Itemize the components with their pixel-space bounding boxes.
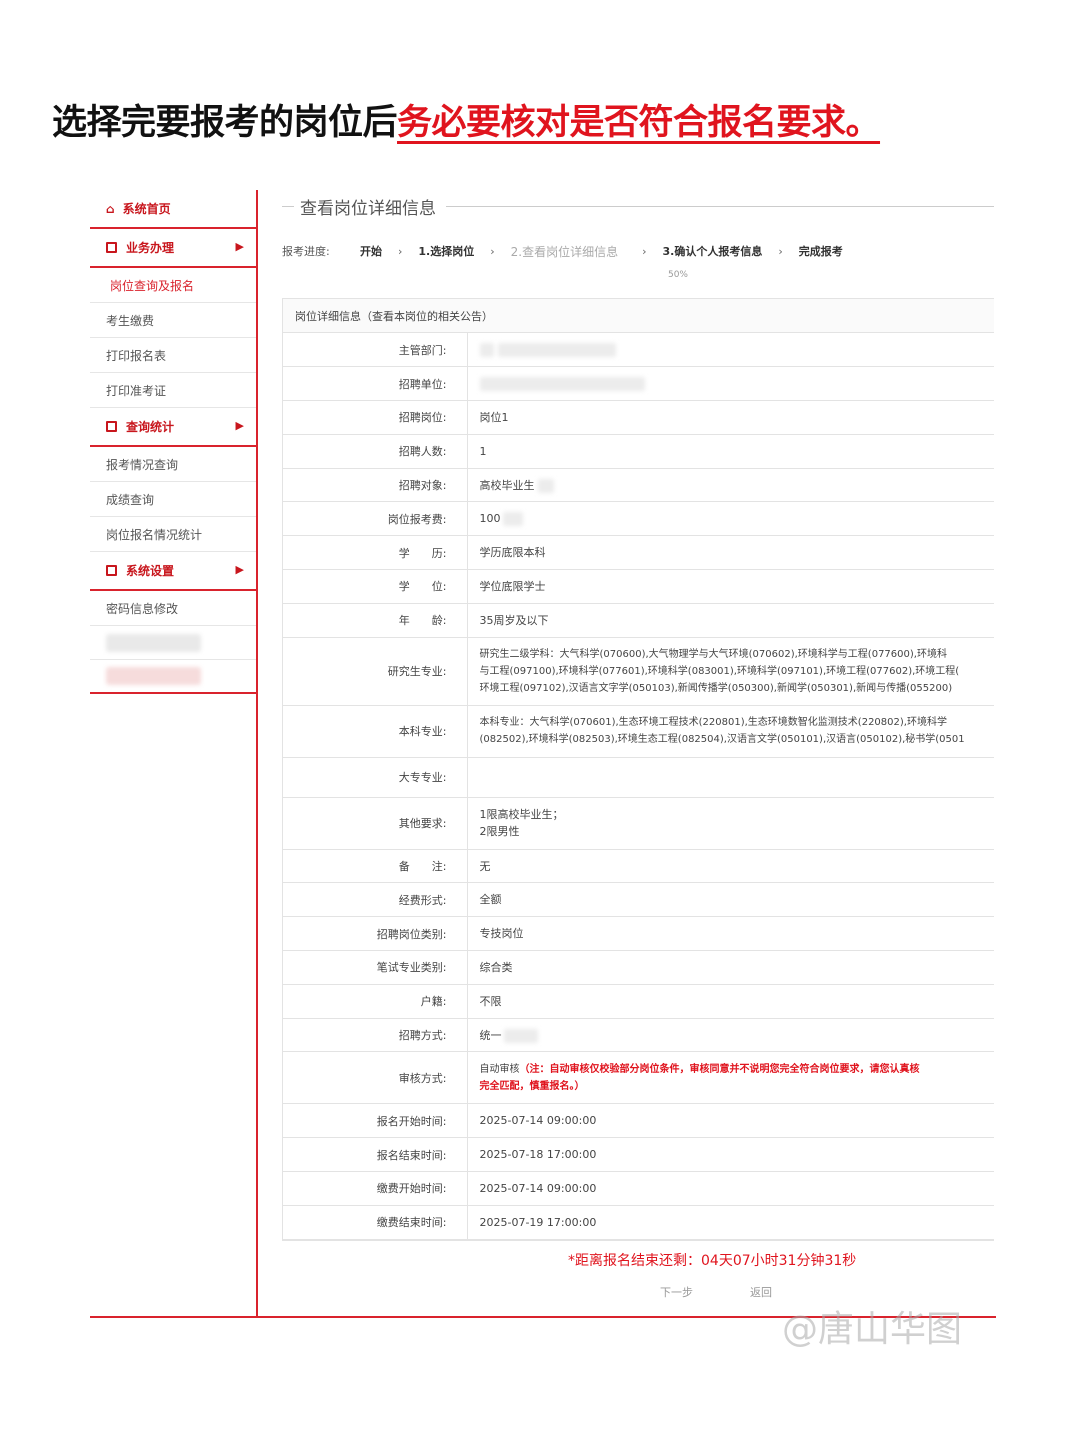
table-row: 本科专业: 本科专业：大气科学(070601),生态环境工程技术(220801),… [283, 705, 994, 758]
sidebar-group-label: 查询统计 [126, 420, 175, 434]
table-row: 学 历: 学历底限本科 [283, 535, 994, 571]
next-button[interactable]: 下一步 [660, 1284, 693, 1300]
sidebar-group-business[interactable]: 业务办理 ▶ [90, 229, 256, 268]
step-confirm-info: 3.确认个人报考信息 [662, 245, 763, 258]
sidebar-item-job-search[interactable]: 岗位查询及报名 [90, 268, 256, 303]
sidebar-item-redacted[interactable] [90, 626, 256, 660]
table-row: 户籍: 不限 [283, 984, 994, 1019]
chevron-right-icon: › [642, 244, 647, 258]
sidebar-item-password[interactable]: 密码信息修改 [90, 591, 256, 626]
sidebar-group-label: 系统设置 [126, 564, 175, 578]
headline-part1: 选择完要报考的岗位后 [52, 103, 398, 143]
table-row: 年 龄: 35周岁及以下 [283, 603, 994, 638]
home-icon: ⌂ [106, 201, 115, 216]
sidebar-item-apply-status[interactable]: 报考情况查询 [90, 447, 256, 482]
headline-part2: 务必要核对是否符合报名要求。 [397, 103, 881, 143]
back-button[interactable]: 返回 [750, 1284, 772, 1300]
table-row: 缴费开始时间: 2025-07-14 09:00:00 [283, 1171, 994, 1206]
chevron-right-icon: ▶ [235, 419, 244, 432]
table-row: 招聘方式: 统一 [283, 1018, 994, 1053]
table-row: 岗位报考费: 100 [283, 501, 994, 537]
sidebar-item-redacted[interactable] [90, 660, 256, 694]
progress-percent: 50% [667, 270, 688, 280]
table-row: 经费形式: 全额 [283, 882, 994, 918]
sidebar-item-home[interactable]: ⌂ 系统首页 [90, 190, 256, 229]
job-detail-table: 主管部门: 招聘单位: 招聘岗位: 岗位1 招聘人数: 1 招聘对象: 高校毕业生 岗… [283, 333, 994, 1240]
sidebar-group-stats[interactable]: 查询统计 ▶ [90, 408, 256, 447]
table-row: 招聘岗位: 岗位1 [283, 400, 994, 435]
chevron-right-icon: › [490, 244, 495, 258]
table-row: 报名开始时间: 2025-07-14 09:00:00 [283, 1103, 994, 1139]
document-icon [106, 242, 117, 253]
countdown-text: *距离报名结束还剩：04天07小时31分钟31秒 [568, 1253, 857, 1269]
sidebar-item-print-form[interactable]: 打印报名表 [90, 338, 256, 373]
table-row: 报名结束时间: 2025-07-18 17:00:00 [283, 1137, 994, 1173]
table-row: 研究生专业: 研究生二级学科：大气科学(070600),大气物理学与大气环境(07… [283, 637, 994, 706]
chevron-right-icon: ▶ [235, 563, 244, 576]
step-complete: 完成报考 [798, 245, 843, 258]
step-start: 开始 [360, 245, 382, 258]
table-row: 大专专业: [283, 757, 994, 798]
step-view-details: 2.查看岗位详细信息 [510, 244, 619, 259]
sidebar: ⌂ 系统首页 业务办理 ▶ 岗位查询及报名 考生缴费 打印报名表 打印准考证 查… [90, 190, 258, 1318]
sidebar-item-print-ticket[interactable]: 打印准考证 [90, 373, 256, 408]
table-row: 其他要求: 1限高校毕业生； 2限男性 [283, 797, 994, 850]
sidebar-item-score[interactable]: 成绩查询 [90, 482, 256, 517]
table-row: 招聘岗位类别: 专技岗位 [283, 916, 994, 952]
sidebar-item-job-stats[interactable]: 岗位报名情况统计 [90, 517, 256, 552]
page-title: 查看岗位详细信息 [282, 190, 994, 222]
chevron-right-icon: › [398, 244, 403, 258]
document-icon [106, 565, 117, 576]
watermark: @唐山华图 [782, 1309, 963, 1350]
table-row: 招聘人数: 1 [283, 434, 994, 469]
table-row: 招聘单位: [283, 366, 994, 402]
table-row: 招聘对象: 高校毕业生 [283, 468, 994, 503]
page-headline: 选择完要报考的岗位后务必要核对是否符合报名要求。 [52, 94, 881, 145]
progress-steps: 报考进度: 开始 › 1.选择岗位 › 2.查看岗位详细信息 › 3.确认个人报… [282, 244, 843, 259]
chevron-right-icon: › [778, 244, 783, 258]
table-row: 缴费结束时间: 2025-07-19 17:00:00 [283, 1205, 994, 1240]
sidebar-item-payment[interactable]: 考生缴费 [90, 303, 256, 338]
job-detail-panel: 岗位详细信息（查看本岗位的相关公告） 主管部门: 招聘单位: 招聘岗位: 岗位1 … [282, 298, 994, 1241]
panel-title: 岗位详细信息（查看本岗位的相关公告） [283, 299, 994, 333]
document-icon [106, 421, 117, 432]
chevron-right-icon: ▶ [235, 240, 244, 253]
table-row: 主管部门: [283, 333, 994, 368]
sidebar-group-label: 业务办理 [126, 241, 175, 255]
main-content: 查看岗位详细信息 报考进度: 开始 › 1.选择岗位 › 2.查看岗位详细信息 … [282, 190, 994, 1241]
table-row: 备 注: 无 [283, 849, 994, 884]
table-row: 笔试专业类别: 综合类 [283, 950, 994, 985]
table-row: 审核方式: 自动审核（注：自动审核仅校验部分岗位条件，审核同意并不说明您完全符合岗… [283, 1051, 994, 1105]
sidebar-group-settings[interactable]: 系统设置 ▶ [90, 552, 256, 591]
sidebar-home-label: 系统首页 [122, 202, 171, 216]
table-row: 学 位: 学位底限学士 [283, 569, 994, 604]
step-select-job: 1.选择岗位 [418, 245, 475, 258]
